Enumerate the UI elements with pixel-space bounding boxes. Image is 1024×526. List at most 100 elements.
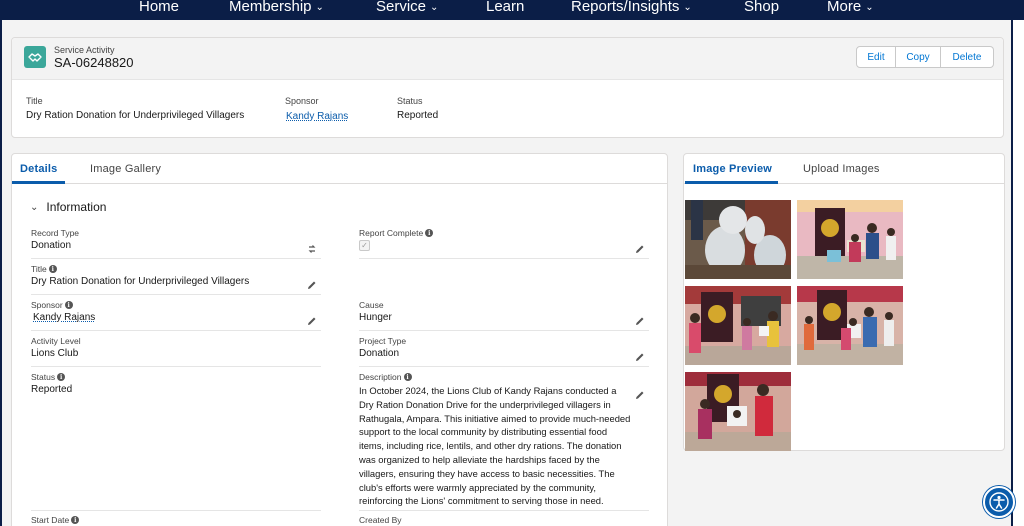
pencil-icon[interactable] (635, 316, 645, 326)
field-value: Lions Club (31, 348, 79, 359)
field-label-text: Sponsor (31, 300, 63, 310)
gallery-image[interactable] (797, 286, 903, 365)
field-label-text: Description (359, 372, 402, 382)
field-value: Hunger (359, 312, 392, 323)
info-icon[interactable]: i (425, 229, 434, 237)
nav-reports-label: Reports/Insights (571, 0, 680, 15)
gallery-image[interactable] (685, 372, 791, 451)
field-label: Cause (359, 300, 384, 310)
handshake-icon (24, 46, 46, 68)
gallery-image[interactable] (685, 200, 791, 279)
pencil-icon[interactable] (635, 244, 645, 254)
field-value: Dry Ration Donation for Underprivileged … (31, 276, 250, 287)
info-icon[interactable]: i (64, 301, 73, 309)
field-label: Status i (31, 372, 66, 382)
report-complete-checkbox: ✓ (359, 240, 370, 251)
field-label: Created By (359, 515, 402, 525)
field-label: Project Type (359, 336, 407, 346)
tab-upload-images[interactable]: Upload Images (803, 163, 880, 175)
nav-service-label: Service (376, 0, 427, 15)
section-information-toggle[interactable]: ⌄ Information (30, 200, 106, 214)
field-project-type: Project Type Donation (359, 336, 649, 367)
info-icon[interactable]: i (403, 373, 412, 381)
field-label-text: Status (31, 372, 56, 382)
field-label-text: Title (31, 264, 47, 274)
highlight-sponsor-link[interactable]: Kandy Rajans (286, 111, 348, 122)
details-panel: Details Image Gallery ⌄ Information Reco… (11, 153, 668, 526)
field-activity-level: Activity Level Lions Club (31, 336, 321, 367)
chevron-down-icon: ⌄ (430, 2, 439, 13)
page-gutter (1013, 20, 1024, 526)
nav-reports[interactable]: Reports/Insights ⌄ (571, 0, 692, 15)
field-record-type: Record Type Donation (31, 228, 321, 259)
gallery-image[interactable] (797, 200, 903, 279)
pencil-icon[interactable] (307, 280, 317, 290)
highlight-title-value: Dry Ration Donation for Underprivileged … (26, 110, 245, 121)
field-created-by: Created By (359, 515, 649, 526)
delete-button[interactable]: Delete (941, 46, 994, 68)
record-actions: Edit Copy Delete (856, 46, 994, 68)
nav-more-label: More (827, 0, 862, 15)
field-report-complete: Report Complete i ✓ (359, 228, 649, 259)
info-icon[interactable]: i (71, 516, 80, 524)
field-label: Description i (359, 372, 412, 382)
nav-more[interactable]: More ⌄ (827, 0, 874, 15)
nav-learn[interactable]: Learn (486, 0, 524, 15)
record-header-top: Service Activity SA-06248820 Edit Copy D… (12, 38, 1003, 80)
active-tab-indicator (685, 181, 778, 184)
highlight-title-label: Title (26, 96, 43, 106)
copy-button[interactable]: Copy (896, 46, 941, 68)
field-label: Record Type (31, 228, 80, 238)
pencil-icon[interactable] (635, 390, 645, 400)
field-value: Reported (31, 384, 73, 395)
highlight-status-value: Reported (397, 110, 439, 121)
record-name: SA-06248820 (54, 55, 134, 70)
field-description: Description i In October 2024, the Lions … (359, 372, 649, 511)
info-icon[interactable]: i (48, 265, 57, 273)
record-object-label: Service Activity (54, 45, 115, 55)
field-value: Donation (31, 240, 72, 251)
nav-shop[interactable]: Shop (744, 0, 779, 15)
field-label-text: Start Date (31, 515, 70, 525)
tab-image-gallery[interactable]: Image Gallery (90, 163, 161, 175)
pencil-icon[interactable] (307, 316, 317, 326)
field-value: Donation (359, 348, 400, 359)
nav-service[interactable]: Service ⌄ (376, 0, 438, 15)
image-preview-panel: Image Preview Upload Images (683, 153, 1005, 451)
field-title: Title i Dry Ration Donation for Underpriv… (31, 264, 321, 295)
nav-membership-label: Membership (229, 0, 312, 15)
info-icon[interactable]: i (57, 373, 66, 381)
field-label: Activity Level (31, 336, 81, 346)
field-label: Report Complete i (359, 228, 434, 238)
field-status: Status i Reported (31, 372, 321, 511)
edit-button[interactable]: Edit (856, 46, 896, 68)
highlight-status-label: Status (397, 96, 423, 106)
field-start-date: Start Date i (31, 515, 321, 526)
active-tab-indicator (12, 181, 65, 184)
field-cause: Cause Hunger (359, 300, 649, 331)
field-label-text: Report Complete (359, 228, 424, 238)
tab-details[interactable]: Details (20, 163, 57, 175)
gallery-image[interactable] (685, 286, 791, 365)
chevron-down-icon: ⌄ (683, 2, 692, 13)
tab-image-preview[interactable]: Image Preview (693, 163, 772, 175)
chevron-down-icon: ⌄ (865, 2, 874, 13)
accessibility-button[interactable] (983, 486, 1015, 518)
details-tabbar: Details Image Gallery (12, 154, 667, 184)
accessibility-icon (989, 492, 1009, 512)
field-label: Title i (31, 264, 57, 274)
image-tabbar: Image Preview Upload Images (684, 154, 1004, 184)
nav-home[interactable]: Home (139, 0, 179, 15)
change-record-type-icon[interactable] (307, 244, 317, 254)
top-navigation: Home Membership ⌄ Service ⌄ Learn Reports/… (0, 0, 1024, 20)
record-header: Service Activity SA-06248820 Edit Copy D… (11, 37, 1004, 138)
description-text: In October 2024, the Lions Club of Kandy… (359, 385, 631, 507)
chevron-down-icon: ⌄ (315, 2, 324, 13)
field-sponsor: Sponsor i Kandy Rajans (31, 300, 321, 331)
nav-membership[interactable]: Membership ⌄ (229, 0, 324, 15)
section-title: Information (46, 200, 107, 214)
sponsor-link[interactable]: Kandy Rajans (33, 312, 95, 323)
pencil-icon[interactable] (635, 352, 645, 362)
highlight-sponsor-label: Sponsor (285, 96, 319, 106)
chevron-down-icon: ⌄ (30, 201, 39, 213)
